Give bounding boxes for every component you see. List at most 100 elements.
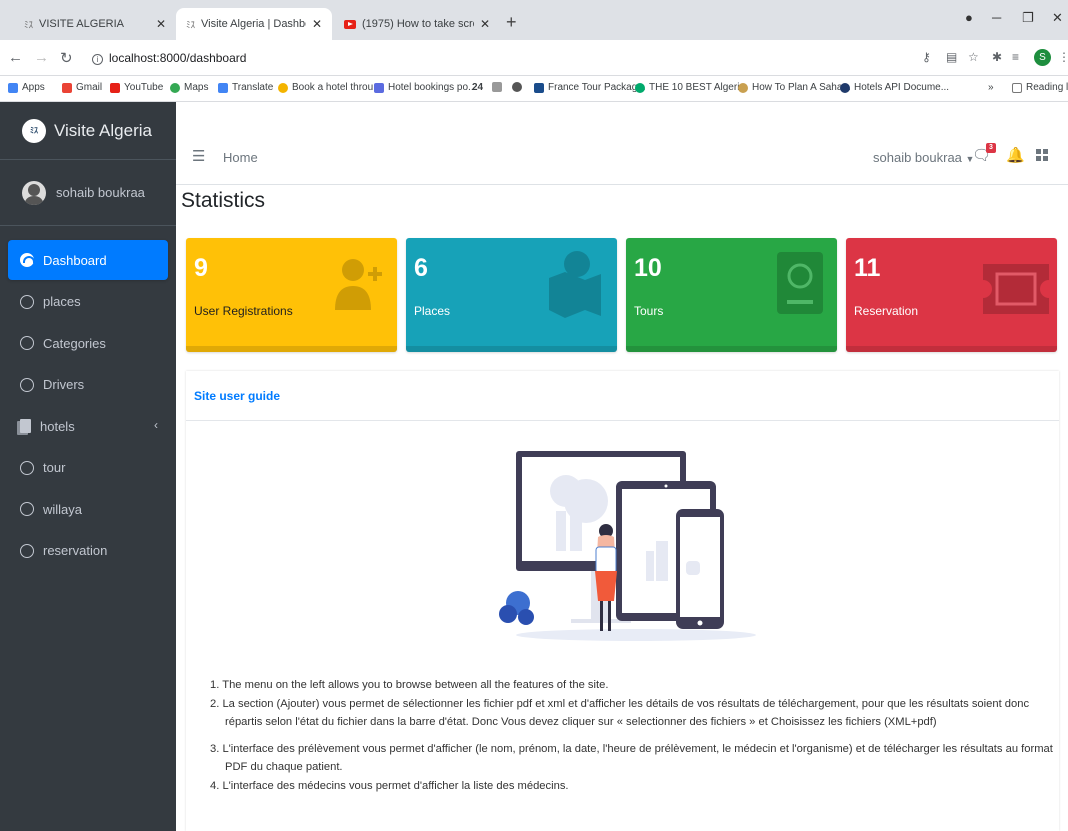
back-icon[interactable]: ← — [8, 49, 23, 66]
bookmark-algeria[interactable]: THE 10 BEST Algeri... — [635, 82, 748, 93]
site-icon: ﾐｽ — [186, 19, 196, 30]
close-window-icon[interactable]: ✕ — [1052, 10, 1063, 26]
circle-icon — [20, 502, 34, 516]
translate-icon — [218, 82, 228, 93]
address-bar: ← → ↻ i localhost:8000/dashboard ⚷ ▤ ☆ ✱ … — [0, 40, 1068, 76]
guide-item: 2. La section (Ajouter) vous permet de s… — [210, 697, 1030, 728]
brand-link[interactable]: ﾐｽ Visite Algeria — [0, 102, 176, 160]
stat-box-tours[interactable]: 10 Tours — [626, 238, 837, 352]
apps-icon — [8, 82, 18, 93]
bookmark-gmail[interactable]: Gmail — [62, 82, 102, 93]
browser-tab[interactable]: ﾐｽ VISITE ALGERIA ✕ — [14, 8, 176, 40]
close-icon[interactable]: ✕ — [480, 17, 490, 31]
circle-icon — [20, 543, 34, 558]
grid-icon[interactable] — [1036, 149, 1048, 161]
extensions-icon[interactable]: ✱ — [992, 50, 1002, 64]
bookmark-icon — [534, 82, 544, 93]
card-header: Site user guide — [186, 371, 1059, 421]
bookmark-france-tour[interactable]: France Tour Packag... — [534, 82, 646, 93]
map-icon — [549, 251, 601, 318]
info-icon[interactable]: i — [92, 54, 103, 65]
restore-icon[interactable]: ❐ — [1022, 10, 1034, 26]
bell-icon[interactable]: 🔔 — [1006, 146, 1025, 164]
stat-value: 9 — [194, 254, 208, 282]
profile-menu-icon[interactable]: ● — [965, 10, 973, 25]
bookmark-hotel-bookings[interactable]: Hotel bookings po... — [374, 82, 476, 93]
ticket-icon — [983, 264, 1049, 314]
bookmark-booking[interactable]: Book a hotel throu... — [278, 82, 382, 93]
stat-value: 10 — [634, 254, 662, 282]
stat-label: User Registrations — [194, 304, 293, 318]
circle-icon — [20, 294, 34, 309]
messages-badge: 3 — [986, 143, 996, 153]
close-icon[interactable]: ✕ — [156, 17, 166, 31]
translate-icon[interactable]: ▤ — [946, 50, 957, 64]
bookmark-icon-only[interactable] — [492, 82, 506, 92]
tab-label: (1975) How to take screenshot o — [362, 18, 474, 30]
browser-tab[interactable]: (1975) How to take screenshot o ✕ — [334, 8, 500, 40]
minimize-icon[interactable]: ─ — [992, 10, 1001, 25]
key-icon[interactable]: ⚷ — [922, 50, 931, 64]
more-icon[interactable]: ⋮ — [1058, 50, 1068, 64]
stat-footer — [186, 346, 397, 352]
devices-illustration — [499, 451, 756, 641]
brand-name: Visite Algeria — [54, 120, 152, 140]
home-link[interactable]: Home — [223, 150, 258, 165]
sidebar-item-label: hotels — [40, 418, 75, 434]
forward-icon[interactable]: → — [34, 49, 49, 66]
bookmark-hotels-api[interactable]: Hotels API Docume... — [840, 82, 949, 93]
user-plus-icon — [335, 259, 382, 310]
close-icon[interactable]: ✕ — [312, 17, 322, 31]
sidebar-item-label: tour — [43, 460, 66, 475]
reload-icon[interactable]: ↻ — [60, 49, 73, 67]
guide-item: 4. L'interface des médecins vous permet … — [210, 779, 569, 792]
guide-item: 1. The menu on the left allows you to br… — [210, 679, 609, 691]
user-dropdown[interactable]: sohaib boukraa ▼ — [873, 150, 974, 165]
sidebar-item-willaya[interactable]: willaya — [8, 489, 168, 529]
user-panel[interactable]: sohaib boukraa — [0, 160, 176, 226]
browser-tab-active[interactable]: ﾐｽ Visite Algeria | Dashboard ✕ — [176, 8, 332, 40]
bookmark-translate[interactable]: Translate — [218, 82, 273, 93]
bookmark-maps[interactable]: Maps — [170, 82, 208, 93]
star-icon[interactable]: ☆ — [968, 50, 979, 64]
page-title: Statistics — [181, 189, 266, 212]
sidebar: ﾐｽ Visite Algeria sohaib boukraa Dashboa… — [0, 102, 176, 831]
copy-icon — [20, 419, 31, 433]
stat-box-places[interactable]: 6 Places — [406, 238, 617, 352]
browser-tab-bar: ﾐｽ VISITE ALGERIA ✕ ﾐｽ Visite Algeria | … — [0, 0, 1068, 40]
new-tab-button[interactable]: + — [506, 12, 517, 33]
stat-footer — [626, 346, 837, 352]
bookmark-youtube[interactable]: YouTube — [110, 82, 163, 93]
sidebar-item-categories[interactable]: Categories — [8, 323, 168, 363]
bookmark-apps[interactable]: Apps — [8, 82, 45, 93]
sidebar-item-tour[interactable]: tour — [8, 448, 168, 488]
site-icon: ﾐｽ — [24, 19, 34, 30]
card-title: Site user guide — [194, 389, 281, 403]
bookmarks-overflow-icon[interactable]: » — [988, 82, 994, 93]
hamburger-menu-icon[interactable]: ☰ — [192, 147, 205, 165]
profile-avatar[interactable]: S — [1034, 49, 1051, 66]
tripadvisor-icon — [635, 82, 645, 93]
sidebar-item-places[interactable]: places — [8, 282, 168, 322]
sidebar-item-hotels[interactable]: hotels ‹ — [8, 406, 168, 446]
bookmark-icon-only[interactable] — [512, 82, 526, 92]
bookmark-24[interactable]: 24 — [472, 82, 483, 93]
sidebar-item-dashboard[interactable]: Dashboard — [8, 240, 168, 280]
youtube-icon — [110, 82, 120, 93]
sidebar-item-drivers[interactable]: Drivers — [8, 365, 168, 405]
stat-footer — [406, 346, 617, 352]
reading-list-icon — [1012, 82, 1022, 93]
url-field[interactable]: i localhost:8000/dashboard — [92, 51, 246, 65]
reading-list[interactable]: Reading list — [1012, 82, 1068, 93]
sidebar-item-reservation[interactable]: reservation — [8, 531, 168, 571]
tab-label: VISITE ALGERIA — [39, 18, 124, 30]
stat-box-reservation[interactable]: 11 Reservation — [846, 238, 1057, 352]
stat-box-user-registrations[interactable]: 9 User Registrations — [186, 238, 397, 352]
bookmark-icon — [738, 82, 748, 93]
sidebar-item-label: places — [43, 294, 81, 309]
tab-label: Visite Algeria | Dashboard — [201, 18, 306, 30]
bookmark-sahara[interactable]: How To Plan A Saha... — [738, 82, 851, 93]
chevron-left-icon[interactable]: ‹ — [154, 418, 158, 432]
bookmark-icon — [278, 82, 288, 93]
media-icon[interactable]: ≡ — [1012, 50, 1019, 64]
